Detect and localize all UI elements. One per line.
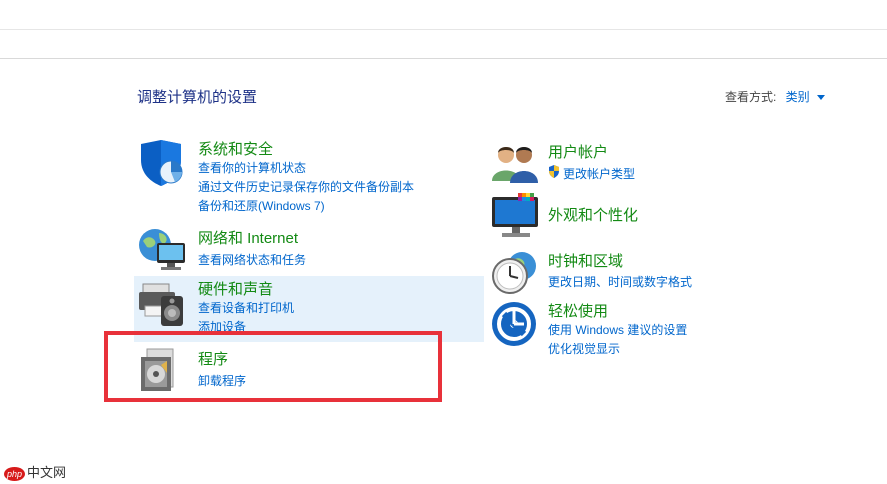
view-by-label: 查看方式:	[724, 90, 777, 104]
change-account-type-link[interactable]: 更改帐户类型	[563, 165, 635, 182]
system-security-title[interactable]: 系统和安全	[198, 138, 273, 159]
monitor-palette-icon[interactable]	[490, 193, 542, 241]
printer-speaker-icon[interactable]	[137, 278, 187, 328]
file-history-link[interactable]: 通过文件历史记录保存你的文件备份副本	[198, 178, 414, 195]
ease-of-access-icon[interactable]	[490, 300, 538, 348]
appearance-title[interactable]: 外观和个性化	[548, 204, 638, 225]
windows-recommended-settings-link[interactable]: 使用 Windows 建议的设置	[548, 321, 687, 338]
php-logo: php	[4, 467, 26, 481]
page-title: 调整计算机的设置	[137, 89, 258, 106]
change-date-time-format-link[interactable]: 更改日期、时间或数字格式	[548, 273, 692, 290]
shield-icon[interactable]	[137, 138, 187, 188]
network-internet-title[interactable]: 网络和 Internet	[198, 227, 298, 248]
backup-restore-link[interactable]: 备份和还原(Windows 7)	[198, 197, 325, 214]
ease-of-access-title[interactable]: 轻松使用	[548, 300, 608, 321]
view-network-status-link[interactable]: 查看网络状态和任务	[198, 251, 306, 268]
clock-region-title[interactable]: 时钟和区域	[548, 250, 623, 271]
top-divider-2	[0, 58, 887, 59]
network-globe-icon[interactable]	[137, 227, 189, 275]
hardware-sound-title[interactable]: 硬件和声音	[198, 278, 273, 299]
chevron-down-icon[interactable]	[817, 95, 825, 101]
uac-shield-icon	[549, 165, 559, 178]
watermark: php 中文网	[4, 462, 66, 481]
view-by-dropdown[interactable]: 类别	[786, 90, 810, 104]
view-computer-status-link[interactable]: 查看你的计算机状态	[198, 159, 306, 176]
view-by: 查看方式: 类别	[725, 88, 825, 105]
users-icon[interactable]	[490, 141, 540, 185]
clock-globe-icon[interactable]	[490, 250, 540, 296]
user-accounts-title[interactable]: 用户帐户	[548, 141, 608, 162]
top-divider-1	[0, 29, 887, 30]
optimize-visual-display-link[interactable]: 优化视觉显示	[548, 340, 620, 357]
watermark-text: 中文网	[27, 465, 67, 480]
highlight-annotation-box	[104, 331, 442, 402]
devices-printers-link[interactable]: 查看设备和打印机	[198, 299, 294, 316]
